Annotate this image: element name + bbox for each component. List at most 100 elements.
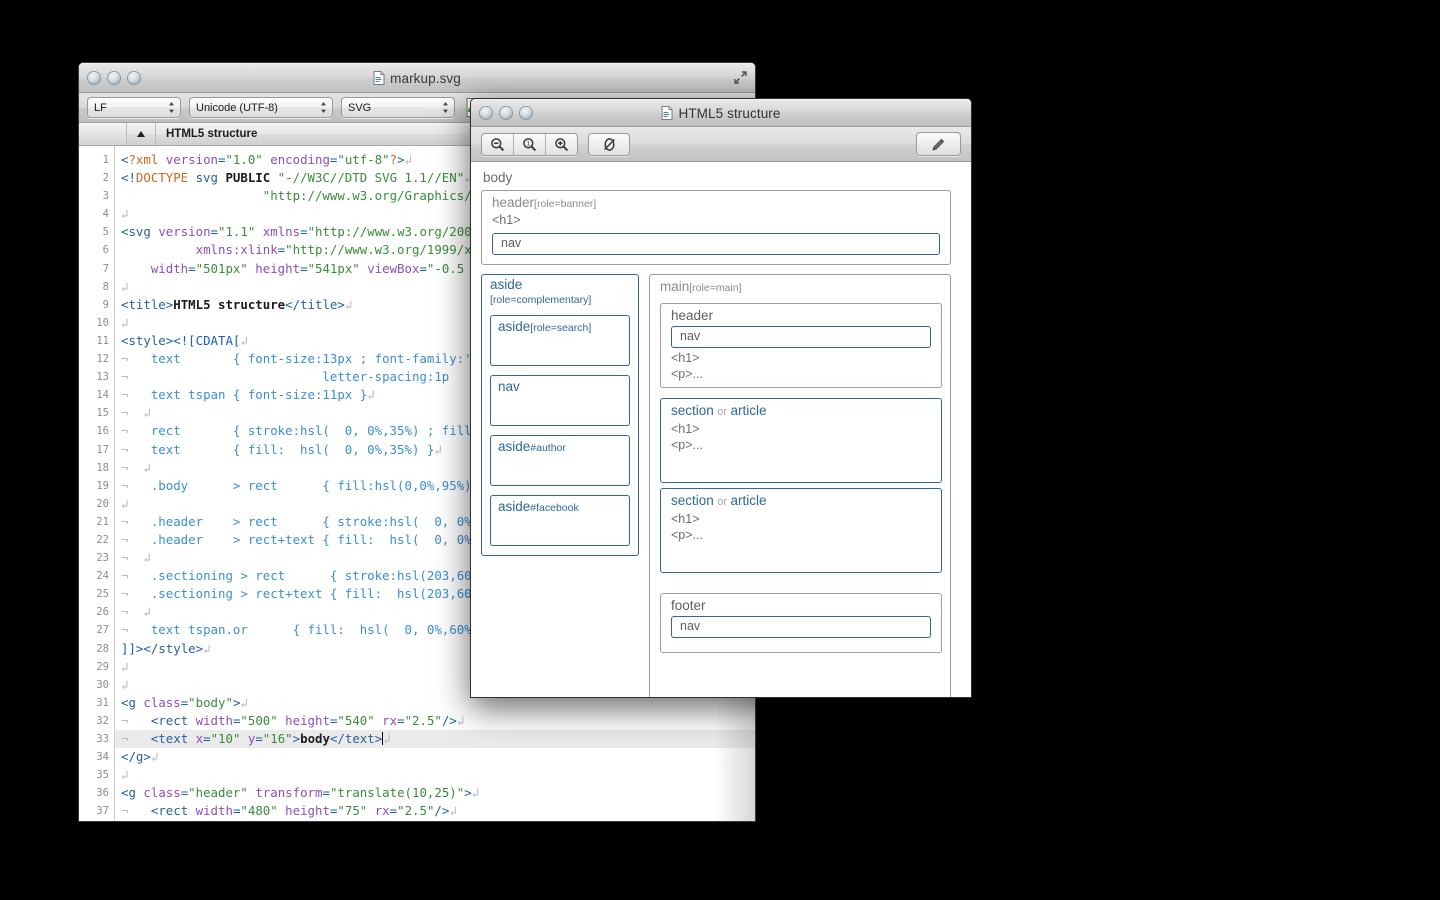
preview-window-controls[interactable] bbox=[471, 106, 533, 120]
code-line[interactable]: ¬ <rect width="480" height="75" rx="2.5"… bbox=[115, 802, 755, 820]
code-token: "http://www.w3.org/1999/xl bbox=[285, 242, 479, 257]
main-header-nav-box: nav bbox=[671, 326, 931, 348]
aside-author-label: aside bbox=[498, 439, 530, 454]
svg-text:1: 1 bbox=[526, 140, 530, 147]
code-token: "480" bbox=[240, 803, 277, 818]
section2-h1: <h1> bbox=[671, 512, 700, 526]
aside-child-author: aside#author bbox=[490, 435, 630, 486]
aside-author-role: #author bbox=[530, 442, 566, 454]
code-token: .header > rect+text { fill: hsl( 0, 0%,5 bbox=[128, 532, 486, 547]
section1-p: <p>... bbox=[671, 438, 703, 452]
code-token: "16" bbox=[263, 731, 293, 746]
code-token: ↲ bbox=[121, 279, 128, 294]
code-token: < bbox=[345, 821, 352, 822]
code-line[interactable]: ¬ <text x="10" y="16">body</text>↲ bbox=[115, 730, 755, 748]
line-number: 21 bbox=[79, 513, 109, 531]
code-token: ? bbox=[390, 152, 397, 167]
code-line[interactable]: </g>↲ bbox=[115, 748, 755, 766]
section1-h1: <h1> bbox=[671, 422, 700, 436]
line-number: 1 bbox=[79, 151, 109, 169]
code-token: "header" bbox=[188, 785, 248, 800]
code-token: ↲ bbox=[121, 677, 128, 692]
code-token: ↲ bbox=[121, 496, 128, 511]
code-token: text bbox=[345, 731, 375, 746]
minimize-button[interactable] bbox=[107, 71, 121, 85]
triangle-up-icon[interactable] bbox=[127, 123, 156, 145]
code-token: = bbox=[322, 785, 329, 800]
code-token: "540" bbox=[337, 713, 374, 728]
code-token: ¬ bbox=[121, 821, 128, 822]
aside-child-facebook: aside#facebook bbox=[490, 495, 630, 546]
zoom-button[interactable] bbox=[127, 71, 141, 85]
line-number-gutter: 1234567891011121314151617181920212223242… bbox=[79, 146, 115, 822]
code-token: > bbox=[337, 297, 344, 312]
code-line[interactable]: ¬ <rect width="500" height="540" rx="2.5… bbox=[115, 712, 755, 730]
code-token: </ bbox=[330, 731, 345, 746]
code-token: tspan bbox=[352, 821, 389, 822]
code-token: ↲ bbox=[472, 785, 479, 800]
editor-window-controls[interactable] bbox=[79, 71, 141, 85]
main-header-label: header bbox=[671, 308, 713, 323]
code-token: /> bbox=[434, 803, 449, 818]
preview-titlebar[interactable]: HTML5 structure bbox=[471, 99, 971, 127]
main-header-h1: <h1> bbox=[671, 351, 700, 365]
main-footer-nav-box: nav bbox=[671, 616, 931, 638]
main-role: [role=main] bbox=[689, 282, 741, 294]
code-token: "2.5" bbox=[405, 713, 442, 728]
code-token: </ bbox=[121, 749, 136, 764]
editor-titlebar[interactable]: markup.svg bbox=[79, 63, 755, 93]
code-token: = bbox=[203, 731, 210, 746]
line-number: 35 bbox=[79, 766, 109, 784]
zoom-button[interactable] bbox=[519, 106, 533, 120]
code-line[interactable]: <g class="header" transform="translate(1… bbox=[115, 784, 755, 802]
code-token: [role=banner] bbox=[449, 821, 546, 822]
code-line[interactable]: ¬ <text x="10" y="16">header<tspan dx="2… bbox=[115, 820, 755, 822]
code-token: "10" bbox=[211, 821, 241, 822]
code-token: width bbox=[188, 803, 233, 818]
zoom-out-icon[interactable] bbox=[482, 134, 514, 155]
code-token: <![CDATA[ bbox=[173, 333, 240, 348]
code-token: ↲ bbox=[151, 749, 158, 764]
zoom-actual-size-icon[interactable]: 1 bbox=[514, 134, 546, 155]
code-token: <! bbox=[121, 170, 136, 185]
code-token: ↲ bbox=[449, 803, 456, 818]
transparency-toggle-icon[interactable] bbox=[588, 133, 630, 156]
desktop-background: markup.svg LF Unicode (UTF-8) bbox=[0, 0, 1440, 900]
expand-arrows-icon[interactable] bbox=[732, 69, 749, 86]
code-line[interactable]: ↲ bbox=[115, 766, 755, 784]
code-token bbox=[121, 261, 151, 276]
code-token: "500" bbox=[240, 713, 277, 728]
aside-nav-label: nav bbox=[498, 379, 520, 394]
line-number: 26 bbox=[79, 603, 109, 621]
pencil-edit-icon[interactable] bbox=[916, 132, 961, 156]
line-number: 37 bbox=[79, 802, 109, 820]
code-token: ↲ bbox=[367, 387, 374, 402]
code-token: version bbox=[151, 224, 211, 239]
line-number: 33 bbox=[79, 730, 109, 748]
syntax-select[interactable]: SVG bbox=[341, 97, 455, 118]
code-token: DOCTYPE bbox=[136, 170, 188, 185]
code-token: = bbox=[255, 731, 262, 746]
line-number: 2 bbox=[79, 169, 109, 187]
code-token: .body > rect { fill:hsl(0,0%,95%) } bbox=[128, 478, 486, 493]
line-number: 30 bbox=[79, 676, 109, 694]
line-number: 22 bbox=[79, 531, 109, 549]
encoding-select[interactable]: Unicode (UTF-8) bbox=[189, 97, 333, 118]
close-button[interactable] bbox=[87, 71, 101, 85]
line-number: 8 bbox=[79, 278, 109, 296]
section2-or: or bbox=[717, 496, 727, 508]
aside-child-nav: nav bbox=[490, 375, 630, 426]
code-token: title bbox=[128, 297, 165, 312]
line-number: 7 bbox=[79, 260, 109, 278]
line-number: 20 bbox=[79, 495, 109, 513]
aside-search-role: [role=search] bbox=[530, 322, 591, 334]
code-token: width bbox=[151, 261, 188, 276]
close-button[interactable] bbox=[479, 106, 493, 120]
code-token: svg bbox=[128, 224, 150, 239]
minimize-button[interactable] bbox=[499, 106, 513, 120]
code-token: height bbox=[278, 713, 330, 728]
line-ending-select[interactable]: LF bbox=[87, 97, 181, 118]
code-token: ↲ bbox=[457, 713, 464, 728]
code-token: ></ bbox=[599, 821, 621, 822]
zoom-in-icon[interactable] bbox=[546, 134, 577, 155]
